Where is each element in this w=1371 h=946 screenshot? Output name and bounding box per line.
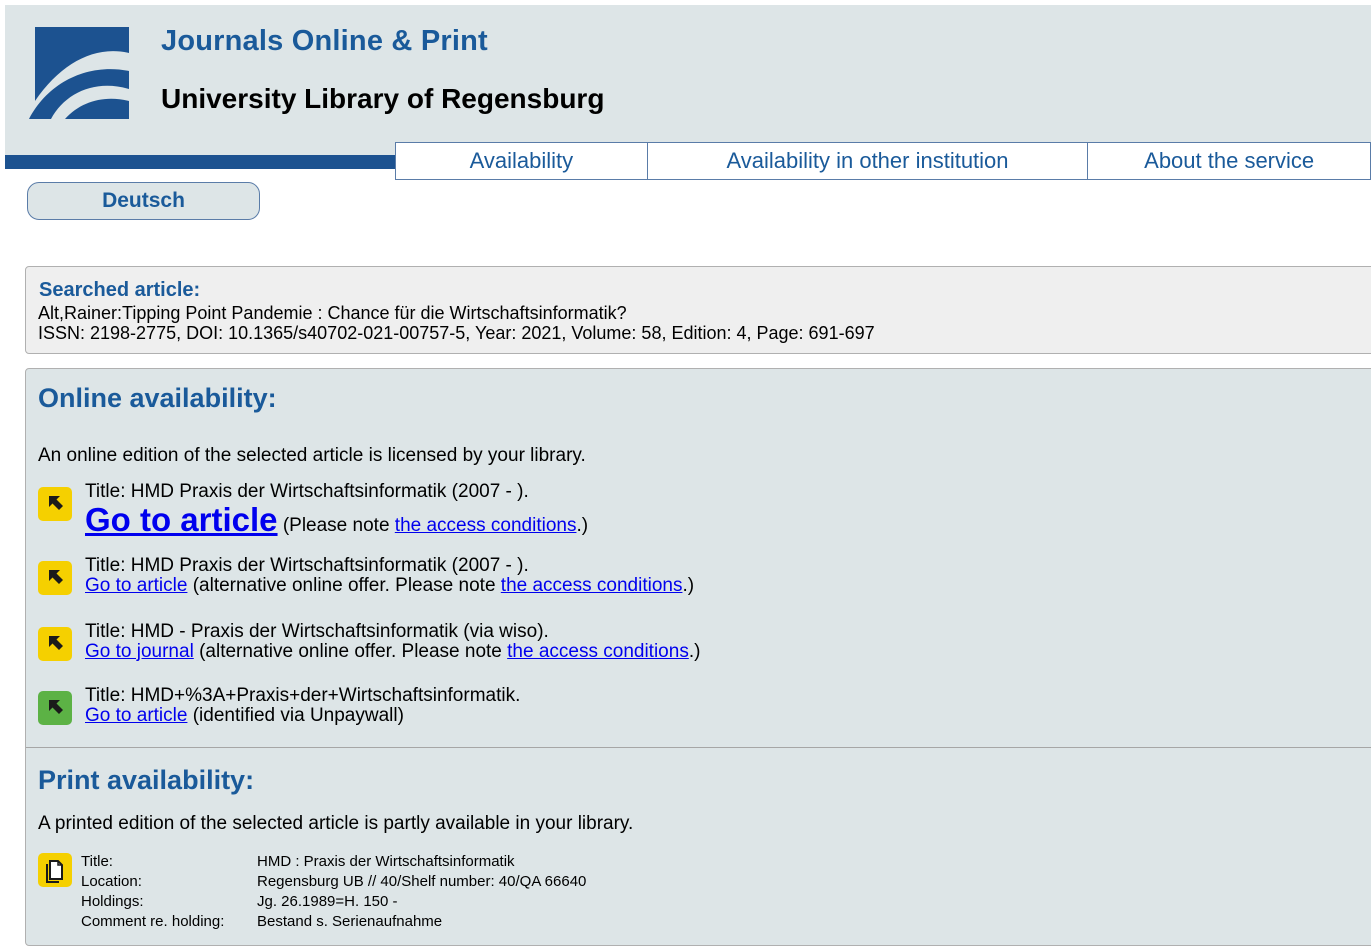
offer-note-suffix: .) — [576, 515, 589, 536]
offer-title: Title: HMD - Praxis der Wirtschaftsinfor… — [85, 621, 549, 642]
offer-note-prefix: (alternative online offer. Please note — [193, 641, 508, 662]
offer-link-line: Go to article (Please note the access co… — [85, 501, 588, 539]
holding-value: Regensburg UB // 40/Shelf number: 40/QA … — [257, 873, 587, 890]
go-to-article-link[interactable]: Go to article — [85, 705, 187, 726]
online-availability-heading: Online availability: — [38, 383, 277, 413]
tab-availability[interactable]: Availability — [396, 143, 648, 179]
online-intro-text: An online edition of the selected articl… — [38, 445, 586, 466]
site-header: Journals Online & Print University Libra… — [5, 5, 1371, 155]
holding-label: Title: — [81, 853, 113, 870]
print-intro-text: A printed edition of the selected articl… — [38, 813, 634, 834]
header-accent-bar — [5, 155, 397, 169]
searched-article-box: Searched article: Alt,Rainer:Tipping Poi… — [25, 266, 1371, 354]
go-to-article-link[interactable]: Go to article — [85, 575, 187, 596]
article-citation: Alt,Rainer:Tipping Point Pandemie : Chan… — [38, 303, 627, 323]
offer-note-suffix: .) — [682, 575, 695, 596]
yellow-document-icon[interactable] — [38, 853, 72, 887]
go-to-article-link[interactable]: Go to article — [85, 501, 278, 538]
offer-title: Title: HMD Praxis der Wirtschaftsinforma… — [85, 555, 529, 576]
holding-row-holdings: Holdings: Jg. 26.1989=H. 150 - — [81, 892, 586, 912]
yellow-arrow-icon[interactable] — [38, 487, 72, 521]
print-holding-table: Title: HMD : Praxis der Wirtschaftsinfor… — [81, 852, 586, 932]
access-conditions-link[interactable]: the access conditions — [507, 641, 689, 662]
yellow-arrow-icon[interactable] — [38, 627, 72, 661]
holding-row-comment: Comment re. holding: Bestand s. Serienau… — [81, 912, 586, 932]
main-navigation: Availability Availability in other insti… — [395, 142, 1371, 180]
tab-availability-other-institution[interactable]: Availability in other institution — [648, 143, 1089, 179]
holding-row-location: Location: Regensburg UB // 40/Shelf numb… — [81, 872, 586, 892]
stylized-arcs-logo-icon[interactable] — [25, 23, 133, 119]
holding-label: Location: — [81, 873, 142, 890]
go-to-journal-link[interactable]: Go to journal — [85, 641, 194, 662]
offer-link-line: Go to journal (alternative online offer.… — [85, 641, 700, 663]
print-availability-heading: Print availability: — [38, 765, 255, 795]
offer-note-suffix: .) — [688, 641, 701, 662]
language-switch-button[interactable]: Deutsch — [27, 182, 260, 220]
holding-value: Bestand s. Serienaufnahme — [257, 913, 443, 930]
article-details: ISSN: 2198-2775, DOI: 10.1365/s40702-021… — [38, 323, 875, 343]
holding-label: Holdings: — [81, 893, 144, 910]
holding-value: HMD : Praxis der Wirtschaftsinformatik — [257, 853, 515, 870]
holding-label: Comment re. holding: — [81, 913, 225, 930]
holding-row-title: Title: HMD : Praxis der Wirtschaftsinfor… — [81, 852, 586, 872]
yellow-arrow-icon[interactable] — [38, 561, 72, 595]
searched-article-heading: Searched article: — [39, 279, 201, 301]
offer-note-prefix: (alternative online offer. Please note — [187, 575, 501, 596]
offer-link-line: Go to article (identified via Unpaywall) — [85, 705, 404, 727]
library-name: University Library of Regensburg — [161, 83, 605, 114]
section-divider — [26, 747, 1371, 748]
site-title: Journals Online & Print — [161, 25, 488, 57]
offer-title: Title: HMD+%3A+Praxis+der+Wirtschaftsinf… — [85, 685, 521, 706]
tab-about-service[interactable]: About the service — [1088, 143, 1371, 179]
access-conditions-link[interactable]: the access conditions — [395, 515, 577, 536]
offer-note-prefix: (identified via Unpaywall) — [187, 705, 404, 726]
holding-value: Jg. 26.1989=H. 150 - — [257, 893, 398, 910]
access-conditions-link[interactable]: the access conditions — [501, 575, 683, 596]
offer-title: Title: HMD Praxis der Wirtschaftsinforma… — [85, 481, 529, 502]
offer-link-line: Go to article (alternative online offer.… — [85, 575, 694, 597]
offer-note-prefix: (Please note — [277, 515, 395, 536]
availability-panel: Online availability: An online edition o… — [25, 368, 1371, 946]
green-arrow-icon[interactable] — [38, 691, 72, 725]
